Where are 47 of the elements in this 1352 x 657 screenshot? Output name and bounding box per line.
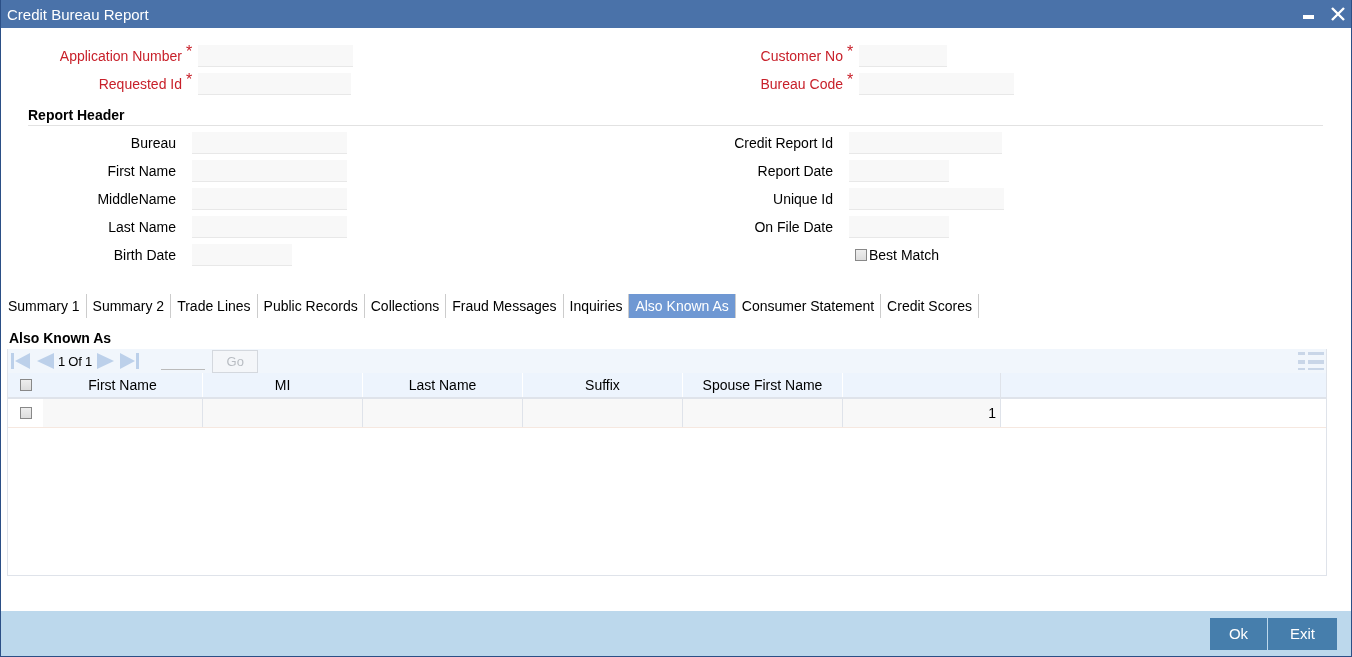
close-button[interactable]	[1331, 7, 1345, 21]
window-title: Credit Bureau Report	[7, 5, 150, 23]
last-page-icon[interactable]	[119, 351, 141, 371]
tab[interactable]: Collections	[364, 294, 447, 318]
field-label: Credit Report Id	[733, 135, 833, 151]
exit-button[interactable]: Exit	[1268, 617, 1337, 650]
columns-icon[interactable]	[1298, 351, 1324, 371]
table-cell: 1	[988, 405, 996, 421]
required-mark: *	[186, 73, 194, 87]
field-label: MiddleName	[96, 191, 176, 207]
tab[interactable]: Trade Lines	[171, 294, 258, 318]
column-header: Spouse First Name	[702, 377, 823, 393]
field-label: Bureau	[129, 135, 176, 151]
checkbox-label: Best Match	[869, 247, 940, 263]
field-label: Customer No	[759, 48, 843, 64]
field-label: First Name	[106, 163, 176, 179]
tab[interactable]: Consumer Statement	[735, 294, 882, 318]
column-header: MI	[274, 377, 291, 393]
field-label: Application Number	[58, 48, 182, 64]
first-page-icon[interactable]	[10, 351, 31, 371]
tab[interactable]: Summary 2	[86, 294, 172, 318]
page-number: 1	[58, 353, 66, 369]
field-label: Report Date	[756, 163, 833, 179]
tab[interactable]: Credit Scores	[881, 294, 979, 318]
row-checkbox[interactable]	[19, 407, 32, 419]
tab[interactable]: Summary 1	[2, 294, 87, 318]
section-title: Report Header	[28, 107, 125, 123]
required-mark: *	[847, 45, 855, 59]
required-mark: *	[847, 73, 855, 87]
select-all-checkbox[interactable]	[19, 379, 32, 391]
page-total: 1	[84, 353, 93, 369]
tab[interactable]: Public Records	[257, 294, 365, 318]
tab[interactable]: Fraud Messages	[446, 294, 564, 318]
checkbox[interactable]	[855, 249, 867, 261]
field-label: On File Date	[753, 219, 833, 235]
ok-button[interactable]: Ok	[1210, 617, 1267, 650]
field-label: Birth Date	[112, 247, 176, 263]
field-label: Unique Id	[772, 191, 833, 207]
page-of-label: Of	[68, 353, 82, 369]
field-label: Last Name	[107, 219, 176, 235]
column-header: Last Name	[408, 377, 477, 393]
field-label: Bureau Code	[759, 76, 843, 92]
required-mark: *	[186, 45, 194, 59]
column-header: Suffix	[585, 377, 620, 393]
section-title: Also Known As	[9, 330, 113, 346]
field-label: Requested Id	[97, 76, 182, 92]
column-header: First Name	[88, 377, 157, 393]
